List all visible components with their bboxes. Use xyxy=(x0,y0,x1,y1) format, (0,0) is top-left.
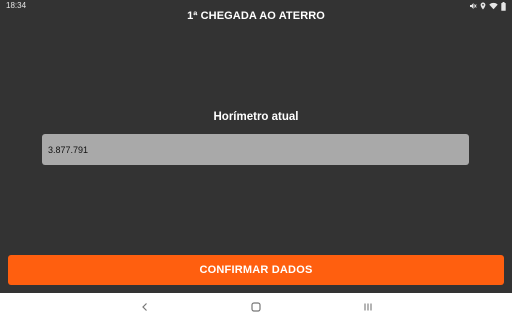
wifi-icon xyxy=(489,2,498,10)
mute-icon xyxy=(469,2,477,10)
back-icon xyxy=(141,302,149,312)
location-icon xyxy=(480,2,486,10)
home-button[interactable] xyxy=(248,299,264,315)
recents-icon xyxy=(363,302,373,312)
hourmeter-label: Horímetro atual xyxy=(213,111,299,123)
navigation-bar xyxy=(0,293,512,320)
confirm-button[interactable]: CONFIRMAR DADOS xyxy=(8,255,504,285)
status-icons xyxy=(469,1,506,11)
page-title: 1ª CHEGADA AO ATERRO xyxy=(187,10,325,22)
home-icon xyxy=(251,302,261,312)
status-time: 18:34 xyxy=(6,1,27,10)
recents-button[interactable] xyxy=(360,299,376,315)
hourmeter-field[interactable] xyxy=(42,134,469,165)
hourmeter-input[interactable] xyxy=(48,144,469,155)
back-button[interactable] xyxy=(137,299,153,315)
